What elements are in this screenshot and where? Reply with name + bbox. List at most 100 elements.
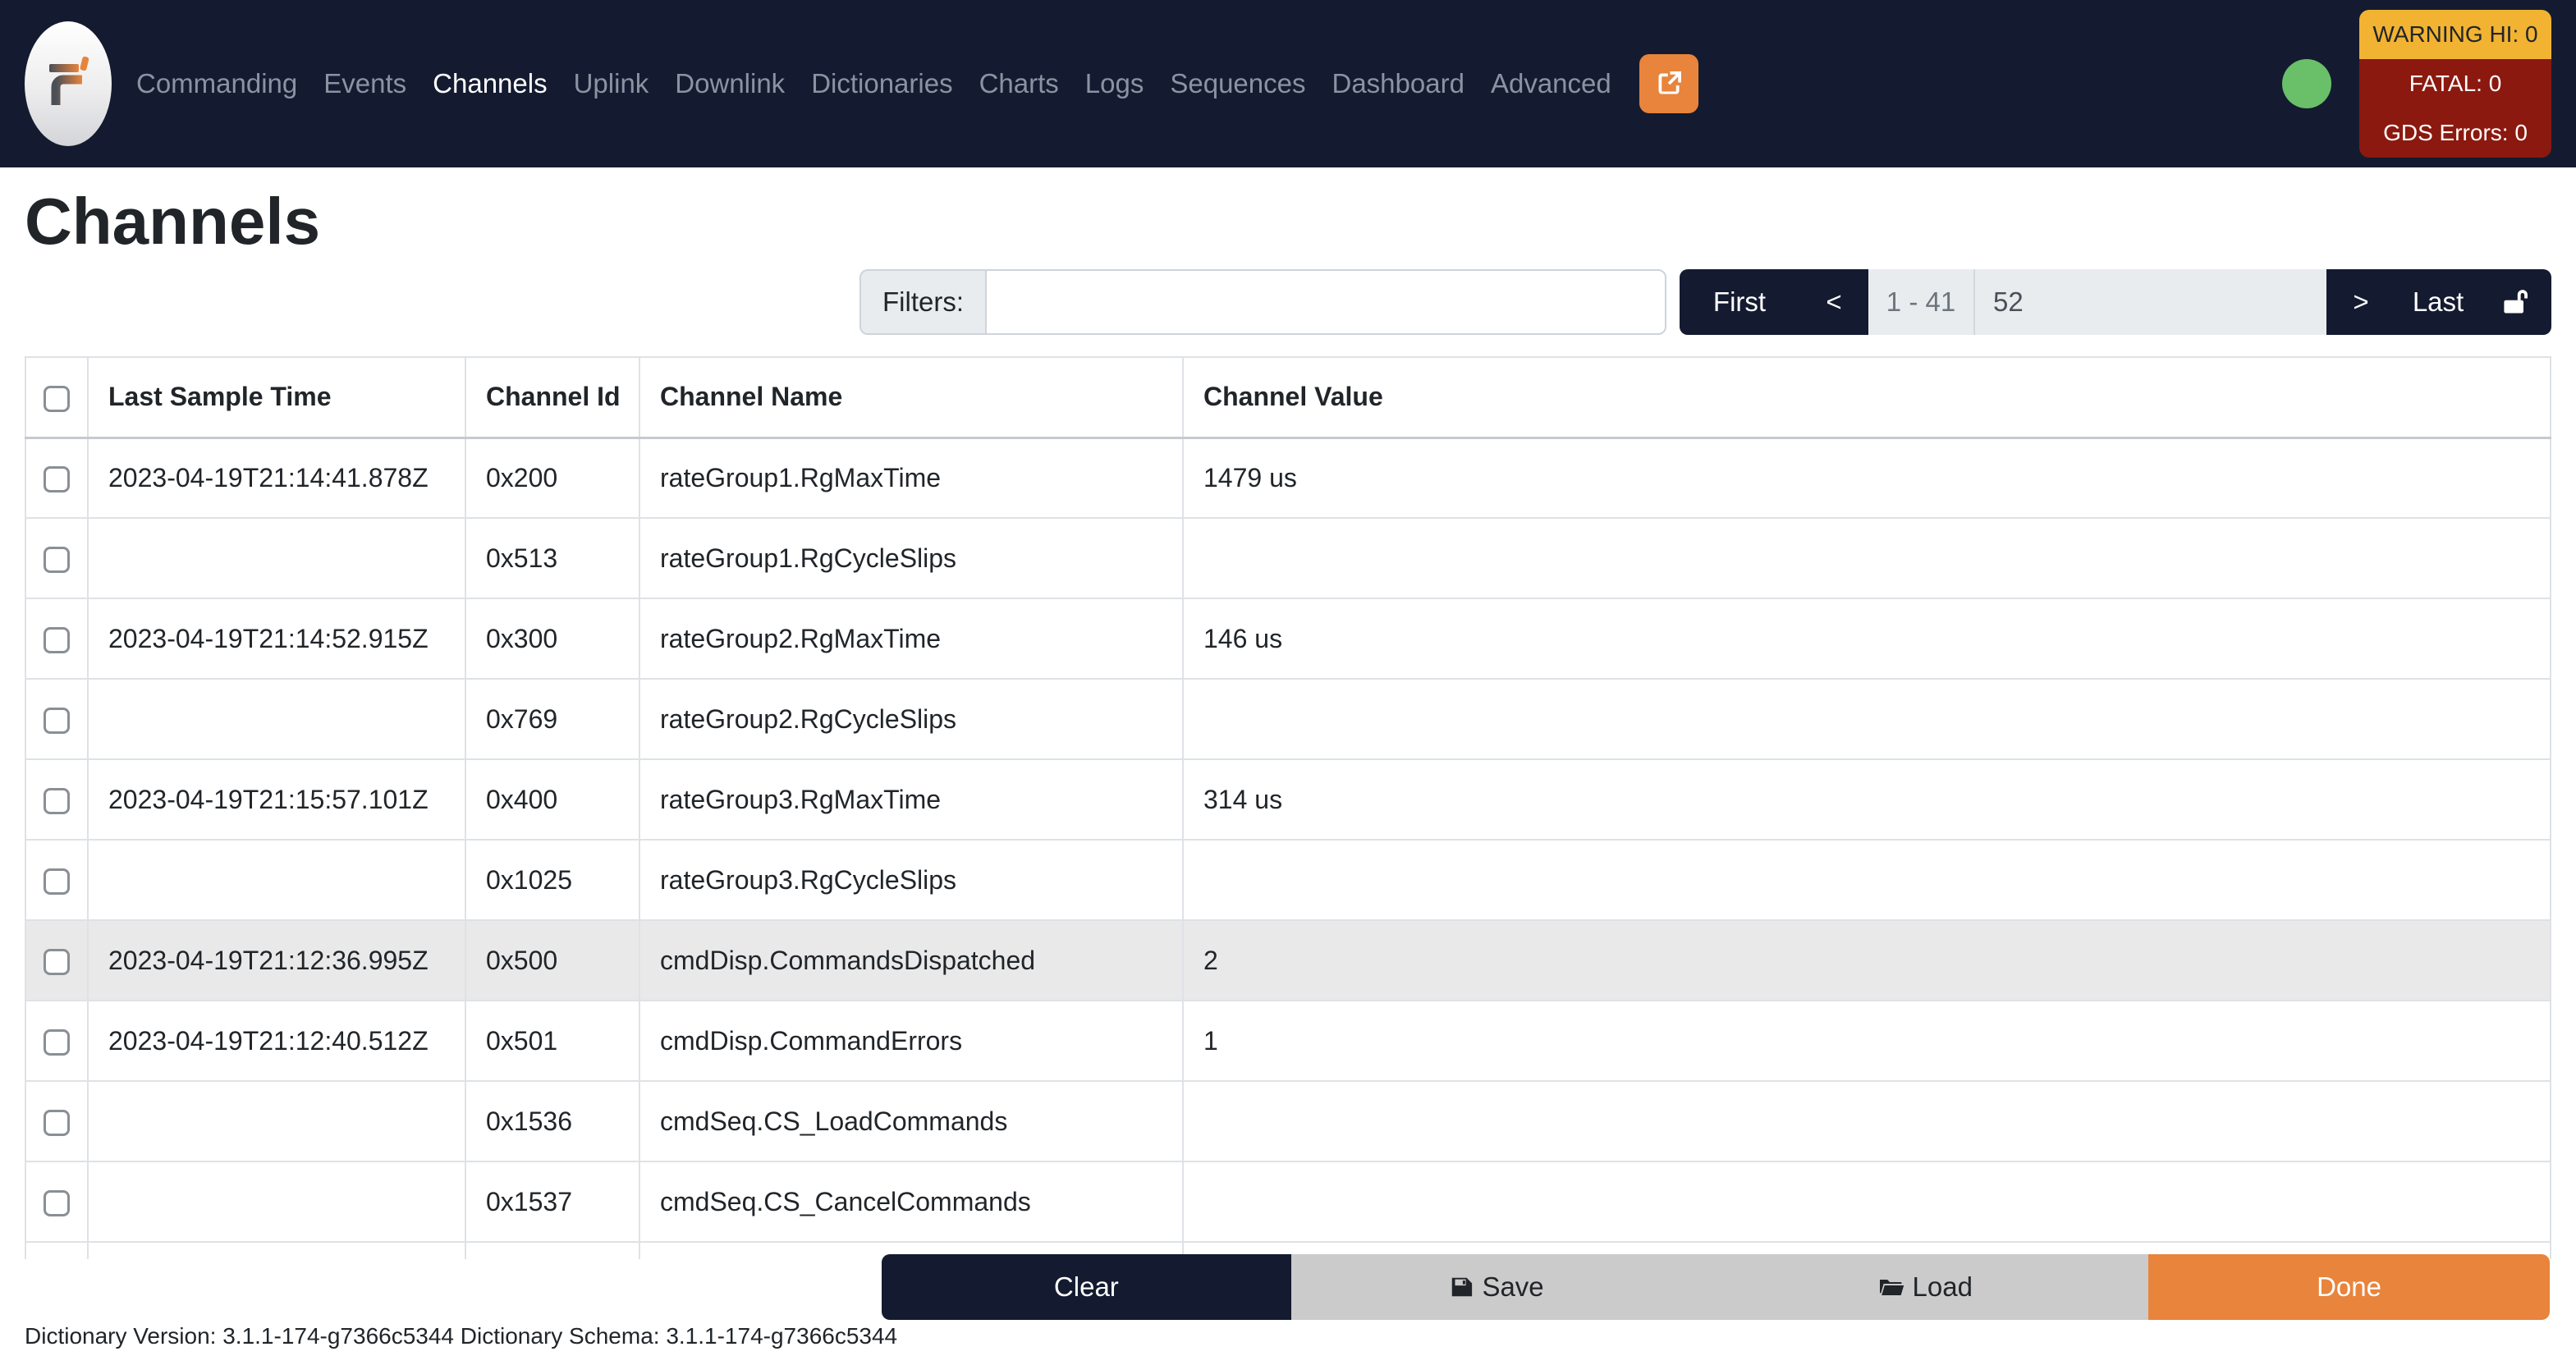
row-checkbox-cell [25,839,89,921]
channel-table-wrap: Last Sample Time Channel Id Channel Name… [25,356,2551,1259]
cell-value: 146 us [1182,598,2551,680]
col-channel-id: Channel Id [465,356,640,439]
row-checkbox[interactable] [44,547,70,574]
cell-value [1182,1161,2551,1243]
table-row[interactable]: 0x513 rateGroup1.RgCycleSlips [25,517,2551,599]
connection-status-dot [2282,59,2331,108]
table-row[interactable]: 2023-04-19T21:15:57.101Z 0x400 rateGroup3.… [25,758,2551,841]
cell-time [87,839,466,921]
nav-item-dashboard[interactable]: Dashboard [1319,68,1478,99]
toolbar: Filters: First < 1 - 41 > Last [25,269,2551,335]
cell-name: rateGroup1.RgMaxTime [639,437,1184,519]
table-row[interactable]: 2023-04-19T21:12:40.512Z 0x501 cmdDisp.Com… [25,1000,2551,1082]
nav-item-sequences[interactable]: Sequences [1157,68,1318,99]
row-checkbox-cell [25,1161,89,1243]
nav-item-advanced[interactable]: Advanced [1478,68,1625,99]
save-button[interactable]: Save [1290,1254,1703,1320]
cell-value: 2 [1182,919,2551,1001]
row-checkbox[interactable] [44,788,70,815]
cell-value: 1 [1182,1000,2551,1082]
nav-item-uplink[interactable]: Uplink [561,68,662,99]
row-checkbox-cell [25,758,89,841]
cell-time: 2023-04-19T21:12:40.512Z [87,1000,466,1082]
cell-id: 0x501 [465,1000,640,1082]
dictionary-schema: Dictionary Schema: 3.1.1-174-g7366c5344 [460,1323,898,1349]
cell-id: 0x500 [465,919,640,1001]
scroll-lock-button[interactable] [2481,269,2551,335]
first-page-button[interactable]: First [1680,269,1799,335]
fprime-logo [25,21,112,146]
cell-value [1182,1080,2551,1162]
row-checkbox-cell [25,1080,89,1162]
cell-time: 2023-04-19T21:14:41.878Z [87,437,466,519]
cell-name: rateGroup1.RgCycleSlips [639,517,1184,599]
row-checkbox-cell [25,678,89,760]
dictionary-version: Dictionary Version: 3.1.1-174-g7366c5344 [25,1323,455,1349]
cell-value [1182,678,2551,760]
fatal-badge: FATAL: 0 [2359,59,2551,108]
select-all-cell [25,356,89,439]
box-arrow-up-right-icon [1658,71,1681,94]
cell-id: 0x513 [465,517,640,599]
channel-table: Last Sample Time Channel Id Channel Name… [25,356,2551,1259]
external-link-button[interactable] [1639,54,1698,113]
cell-time [87,1241,466,1259]
cell-id [465,1241,640,1259]
table-row[interactable]: 2023-04-19T21:14:41.878Z 0x200 rateGroup1.… [25,437,2551,519]
select-all-checkbox[interactable] [44,385,70,412]
nav-item-events[interactable]: Events [310,68,419,99]
cell-id: 0x200 [465,437,640,519]
cell-time [87,1161,466,1243]
nav-item-logs[interactable]: Logs [1072,68,1157,99]
done-button-label: Done [2317,1271,2381,1302]
cell-value [1182,517,2551,599]
nav-item-dictionaries[interactable]: Dictionaries [798,68,965,99]
open-folder-icon [1879,1280,1904,1295]
cell-time: 2023-04-19T21:14:52.915Z [87,598,466,680]
table-row[interactable]: 0x1537 cmdSeq.CS_CancelCommands [25,1161,2551,1243]
nav-item-channels[interactable]: Channels [419,68,560,99]
table-row[interactable]: 0x1025 rateGroup3.RgCycleSlips [25,839,2551,921]
load-button-label: Load [1912,1271,1973,1302]
table-row[interactable]: 2023-04-19T21:14:52.915Z 0x300 rateGroup2.… [25,598,2551,680]
nav-items: Commanding Events Channels Uplink Downlink Di… [123,68,1625,99]
main-content: Channels Filters: First < 1 - 41 > Last [0,185,2576,1349]
next-page-button[interactable]: > [2326,269,2395,335]
filter-input[interactable] [985,269,1666,335]
cell-id: 0x769 [465,678,640,760]
filters-label: Filters: [859,269,985,335]
done-button[interactable]: Done [2148,1254,2550,1320]
action-buttons: Clear Save Load Done [882,1254,2550,1320]
last-page-button[interactable]: Last [2395,269,2481,335]
cell-time [87,517,466,599]
cell-value: 314 us [1182,758,2551,841]
cell-time: 2023-04-19T21:15:57.101Z [87,758,466,841]
warning-hi-badge: WARNING HI: 0 [2359,10,2551,59]
row-checkbox[interactable] [44,949,70,976]
cell-id: 0x300 [465,598,640,680]
page-title: Channels [25,185,321,258]
row-checkbox[interactable] [44,1190,70,1217]
row-checkbox[interactable] [44,627,70,654]
table-row[interactable]: 0x1536 cmdSeq.CS_LoadCommands [25,1080,2551,1162]
table-header-row: Last Sample Time Channel Id Channel Name… [25,356,2551,439]
row-checkbox-cell [25,1241,89,1259]
row-checkbox[interactable] [44,1029,70,1056]
row-checkbox[interactable] [44,466,70,493]
prev-page-button[interactable]: < [1799,269,1868,335]
clear-button[interactable]: Clear [882,1254,1291,1320]
nav-item-charts[interactable]: Charts [966,68,1072,99]
nav-item-commanding[interactable]: Commanding [123,68,310,99]
dictionary-version-text: Dictionary Version: 3.1.1-174-g7366c5344… [25,1323,897,1349]
col-channel-name: Channel Name [639,356,1184,439]
row-checkbox[interactable] [44,868,70,896]
load-button[interactable]: Load [1702,1254,2149,1320]
row-checkbox[interactable] [44,1110,70,1137]
table-row[interactable]: 2023-04-19T21:12:36.995Z 0x500 cmdDisp.Com… [25,919,2551,1001]
nav-item-downlink[interactable]: Downlink [662,68,798,99]
row-checkbox[interactable] [44,708,70,735]
table-row[interactable]: 0x769 rateGroup2.RgCycleSlips [25,678,2551,760]
page-count-input[interactable] [1973,269,2326,335]
cell-time [87,678,466,760]
gds-errors-badge: GDS Errors: 0 [2359,108,2551,158]
